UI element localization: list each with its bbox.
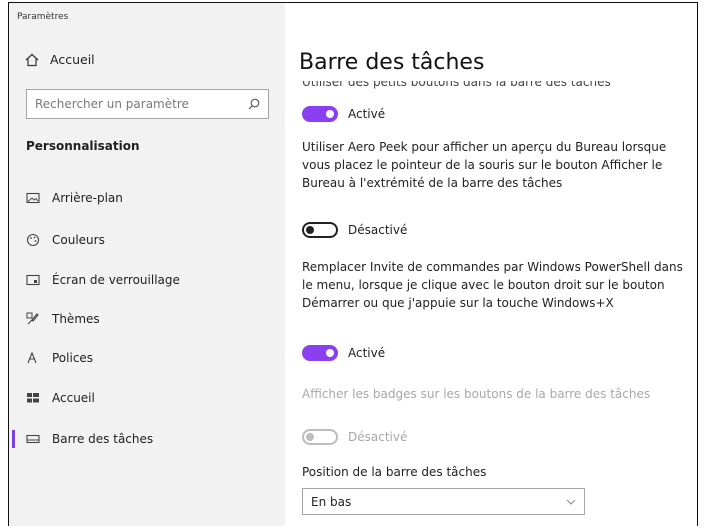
home-nav-item[interactable]: Accueil (25, 52, 95, 67)
badges-description: Afficher les badges sur les boutons de l… (302, 387, 651, 401)
search-input[interactable] (35, 97, 235, 111)
toggle-state-label: Activé (348, 107, 386, 121)
taskbar-icon (26, 432, 40, 446)
badges-toggle (302, 429, 338, 445)
taskbar-position-label: Position de la barre des tâches (302, 465, 487, 479)
sidebar-item-label: Polices (52, 351, 94, 365)
font-icon (26, 351, 40, 365)
toggle-state-label: Désactivé (348, 430, 408, 444)
small-buttons-toggle[interactable] (302, 106, 338, 122)
start-grid-icon (26, 391, 40, 405)
aero-peek-toggle[interactable] (302, 222, 338, 238)
main-content: Barre des tâches Utiliser des petits bou… (285, 3, 697, 526)
sidebar-item-background[interactable]: Arrière-plan (9, 183, 285, 213)
toggle-state-label: Désactivé (348, 223, 408, 237)
powershell-description: Remplacer Invite de commandes par Window… (302, 260, 683, 310)
aero-peek-description: Utiliser Aero Peek pour afficher un aper… (302, 140, 667, 190)
small-buttons-label: Utiliser des petits boutons dans la barr… (302, 81, 611, 89)
sidebar-item-label: Arrière-plan (52, 191, 123, 205)
powershell-toggle[interactable] (302, 345, 338, 361)
page-title: Barre des tâches (299, 50, 485, 75)
select-value: En bas (311, 494, 352, 509)
sidebar-item-label: Barre des tâches (52, 432, 154, 446)
lock-screen-icon (26, 273, 40, 287)
sidebar-item-fonts[interactable]: Polices (9, 343, 285, 373)
app-title: Paramètres (17, 12, 69, 22)
sidebar-item-taskbar[interactable]: Barre des tâches (9, 424, 285, 454)
sidebar: Paramètres Accueil Personnalisation Arri… (9, 3, 285, 526)
brush-icon (26, 312, 40, 326)
toggle-state-label: Activé (348, 346, 386, 360)
sidebar-item-lock-screen[interactable]: Écran de verrouillage (9, 265, 285, 295)
sidebar-item-label: Couleurs (52, 233, 105, 247)
chevron-down-icon (566, 499, 576, 505)
sidebar-item-label: Accueil (52, 391, 95, 405)
palette-icon (26, 233, 40, 247)
sidebar-item-label: Écran de verrouillage (52, 273, 180, 287)
picture-icon (26, 191, 40, 205)
small-buttons-toggle-row: Activé (302, 106, 385, 122)
sidebar-item-colors[interactable]: Couleurs (9, 225, 285, 255)
powershell-toggle-row: Activé (302, 345, 385, 361)
search-box[interactable] (26, 89, 269, 119)
badges-toggle-row: Désactivé (302, 429, 407, 445)
settings-window: Paramètres Accueil Personnalisation Arri… (8, 2, 698, 526)
section-title: Personnalisation (26, 139, 140, 153)
aero-peek-toggle-row: Désactivé (302, 222, 407, 238)
sidebar-item-start[interactable]: Accueil (9, 383, 285, 413)
taskbar-position-select[interactable]: En bas (302, 488, 585, 515)
sidebar-item-themes[interactable]: Thèmes (9, 304, 285, 334)
home-icon (25, 53, 39, 66)
search-icon (248, 98, 260, 110)
home-label: Accueil (50, 52, 95, 67)
sidebar-item-label: Thèmes (52, 312, 100, 326)
